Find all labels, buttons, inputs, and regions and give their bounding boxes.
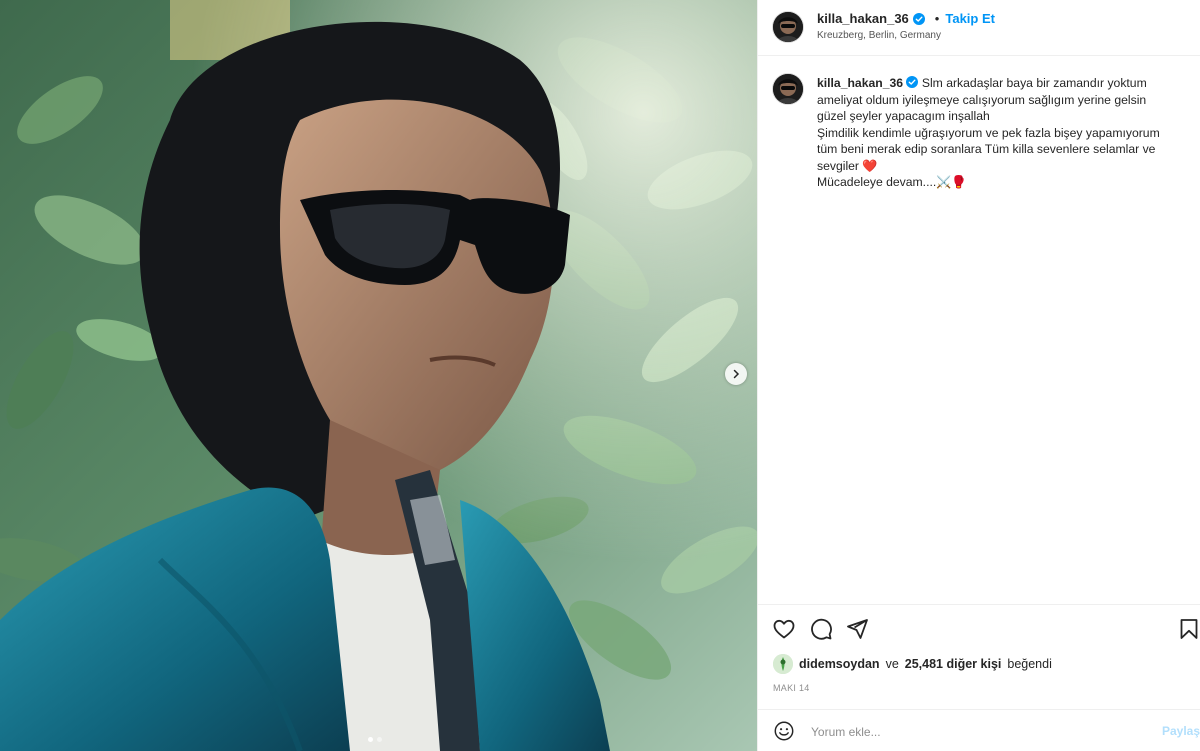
post-date[interactable]: MAKI 14 (773, 683, 810, 693)
save-button[interactable] (1176, 616, 1200, 642)
post-media[interactable] (0, 0, 757, 751)
share-button[interactable] (844, 616, 870, 642)
heart-icon (773, 619, 795, 639)
next-slide-button[interactable] (725, 363, 747, 385)
chevron-right-icon (733, 369, 740, 379)
comments-area[interactable]: killa_hakan_36 Slm arkadaşlar baya bir z… (758, 57, 1200, 602)
post-actions (758, 604, 1200, 652)
likes-summary: didemsoydan ve 25,481 diğer kişi beğendi (773, 653, 1052, 675)
likes-suffix: beğendi (1007, 657, 1052, 671)
likes-count-link[interactable]: 25,481 diğer kişi (905, 657, 1002, 671)
carousel-indicator (368, 737, 382, 742)
caption-text-line: Slm arkadaşlar baya bir zamandır yoktum (921, 76, 1147, 90)
post-side-panel: killa_hakan_36 • Takip Et Kreuzberg, Ber… (757, 0, 1200, 751)
caption-username[interactable]: killa_hakan_36 (817, 76, 903, 90)
send-icon (847, 619, 868, 639)
avatar[interactable] (773, 12, 803, 42)
caption-text-line: Mücadeleye devam....⚔️🥊 (817, 175, 967, 189)
caption-text-line: güzel şeyler yapacagım inşallah (817, 109, 990, 123)
carousel-dot-active (368, 737, 373, 742)
comment-button[interactable] (808, 616, 834, 642)
comment-icon (811, 618, 832, 640)
likes-connector: ve (885, 657, 899, 671)
caption-line: killa_hakan_36 Slm arkadaşlar baya bir z… (817, 75, 1182, 92)
separator-dot: • (934, 11, 940, 26)
follow-button[interactable]: Takip Et (945, 11, 995, 26)
avatar-image (773, 12, 803, 42)
location-link[interactable]: Kreuzberg, Berlin, Germany (817, 30, 941, 41)
post-author: killa_hakan_36 • Takip Et (817, 11, 995, 26)
post-comment-button[interactable]: Paylaş (1162, 724, 1200, 738)
caption-text-line: ameliyat oldum iyileşmeye calışıyorum sa… (817, 92, 1147, 107)
caption-text-line: Şimdilik kendimle uğraşıyorum ve pek faz… (817, 125, 1160, 140)
caption-text-line: tüm beni merak edip soranlara Tüm killa … (817, 142, 1156, 156)
post-photo (0, 0, 757, 751)
caption-avatar[interactable] (773, 74, 803, 104)
liker-avatar[interactable] (773, 654, 793, 674)
post-caption: killa_hakan_36 Slm arkadaşlar baya bir z… (817, 75, 1182, 191)
bookmark-icon (1180, 619, 1198, 639)
post-dialog: killa_hakan_36 • Takip Et Kreuzberg, Ber… (0, 0, 1200, 751)
liker-avatar-image (773, 654, 793, 674)
comment-input[interactable] (809, 721, 1153, 743)
verified-badge-icon (912, 12, 925, 25)
comment-box: Paylaş (758, 709, 1200, 751)
post-header: killa_hakan_36 • Takip Et Kreuzberg, Ber… (758, 0, 1200, 56)
avatar-image (773, 74, 803, 104)
carousel-dot (377, 737, 382, 742)
caption-text-line: sevgiler ❤️ (817, 158, 878, 173)
username-link[interactable]: killa_hakan_36 (817, 11, 909, 26)
emoji-icon[interactable] (773, 720, 795, 742)
verified-badge-icon (906, 76, 919, 88)
like-button[interactable] (771, 616, 797, 642)
liker-username[interactable]: didemsoydan (799, 657, 880, 671)
